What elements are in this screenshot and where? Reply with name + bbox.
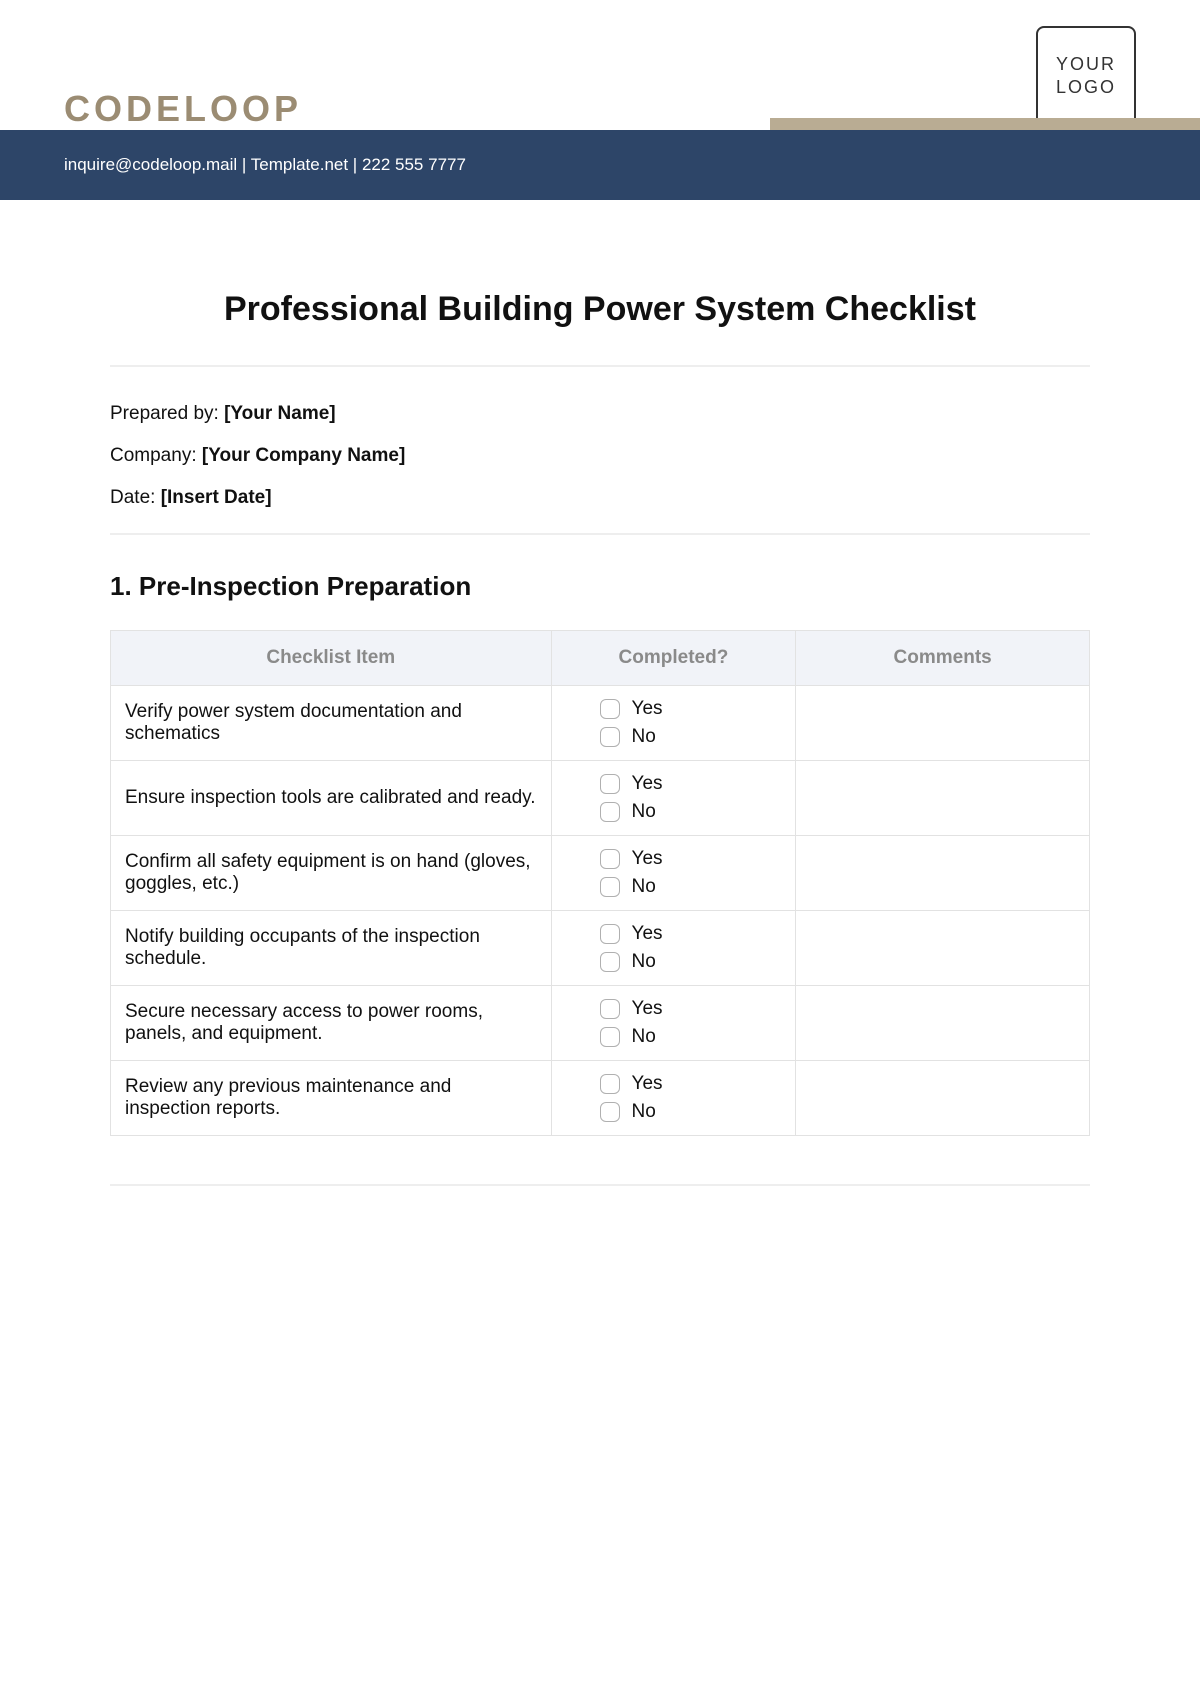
checkbox-no[interactable] (600, 727, 620, 747)
checklist-item-text: Ensure inspection tools are calibrated a… (111, 761, 552, 836)
divider (110, 533, 1090, 535)
checkbox-no[interactable] (600, 952, 620, 972)
comments-cell[interactable] (796, 836, 1090, 911)
meta-date: Date: [Insert Date] (110, 487, 1090, 509)
comments-cell[interactable] (796, 1061, 1090, 1136)
meta-company: Company: [Your Company Name] (110, 445, 1090, 467)
checkbox-no[interactable] (600, 877, 620, 897)
checklist-item-text: Review any previous maintenance and insp… (111, 1061, 552, 1136)
meta-value: [Insert Date] (161, 487, 272, 508)
checkbox-yes[interactable] (600, 924, 620, 944)
no-label: No (632, 951, 656, 973)
header-bar: inquire@codeloop.mail | Template.net | 2… (0, 130, 1200, 200)
checklist-item-text: Notify building occupants of the inspect… (111, 911, 552, 986)
no-label: No (632, 726, 656, 748)
checklist-table: Checklist Item Completed? Comments Verif… (110, 630, 1090, 1136)
accent-stripe (770, 118, 1200, 130)
checkbox-yes[interactable] (600, 774, 620, 794)
meta-prepared-by: Prepared by: [Your Name] (110, 403, 1090, 425)
divider (110, 1184, 1090, 1186)
table-row: Notify building occupants of the inspect… (111, 911, 1090, 986)
brand-name: CODELOOP (64, 88, 302, 130)
completed-cell: Yes No (551, 836, 796, 911)
completed-cell: Yes No (551, 911, 796, 986)
completed-cell: Yes No (551, 686, 796, 761)
no-label: No (632, 1101, 656, 1123)
comments-cell[interactable] (796, 911, 1090, 986)
section-heading-1: 1. Pre-Inspection Preparation (110, 571, 1090, 602)
checkbox-yes[interactable] (600, 849, 620, 869)
content: Professional Building Power System Check… (0, 200, 1200, 1226)
yes-label: Yes (632, 698, 663, 720)
col-header-item: Checklist Item (111, 631, 552, 686)
no-label: No (632, 1026, 656, 1048)
checklist-item-text: Verify power system documentation and sc… (111, 686, 552, 761)
checkbox-yes[interactable] (600, 1074, 620, 1094)
completed-cell: Yes No (551, 986, 796, 1061)
col-header-comments: Comments (796, 631, 1090, 686)
yes-label: Yes (632, 773, 663, 795)
table-row: Verify power system documentation and sc… (111, 686, 1090, 761)
meta-label: Company: (110, 445, 197, 466)
checklist-item-text: Secure necessary access to power rooms, … (111, 986, 552, 1061)
header-bar-wrap: inquire@codeloop.mail | Template.net | 2… (0, 130, 1200, 200)
checkbox-yes[interactable] (600, 699, 620, 719)
table-row: Ensure inspection tools are calibrated a… (111, 761, 1090, 836)
comments-cell[interactable] (796, 761, 1090, 836)
table-row: Confirm all safety equipment is on hand … (111, 836, 1090, 911)
checkbox-no[interactable] (600, 802, 620, 822)
checkbox-no[interactable] (600, 1102, 620, 1122)
no-label: No (632, 876, 656, 898)
yes-label: Yes (632, 848, 663, 870)
meta-value: [Your Company Name] (202, 445, 405, 466)
table-header-row: Checklist Item Completed? Comments (111, 631, 1090, 686)
meta-label: Date: (110, 487, 155, 508)
comments-cell[interactable] (796, 686, 1090, 761)
completed-cell: Yes No (551, 1061, 796, 1136)
meta-label: Prepared by: (110, 403, 219, 424)
divider (110, 365, 1090, 367)
checklist-item-text: Confirm all safety equipment is on hand … (111, 836, 552, 911)
meta-value: [Your Name] (224, 403, 336, 424)
completed-cell: Yes No (551, 761, 796, 836)
header-top: CODELOOP YOUR LOGO (0, 0, 1200, 130)
no-label: No (632, 801, 656, 823)
logo-placeholder: YOUR LOGO (1036, 26, 1136, 126)
contact-line: inquire@codeloop.mail | Template.net | 2… (64, 155, 466, 175)
yes-label: Yes (632, 998, 663, 1020)
col-header-completed: Completed? (551, 631, 796, 686)
checkbox-no[interactable] (600, 1027, 620, 1047)
table-row: Review any previous maintenance and insp… (111, 1061, 1090, 1136)
yes-label: Yes (632, 923, 663, 945)
checkbox-yes[interactable] (600, 999, 620, 1019)
page-title: Professional Building Power System Check… (110, 290, 1090, 329)
table-row: Secure necessary access to power rooms, … (111, 986, 1090, 1061)
comments-cell[interactable] (796, 986, 1090, 1061)
yes-label: Yes (632, 1073, 663, 1095)
